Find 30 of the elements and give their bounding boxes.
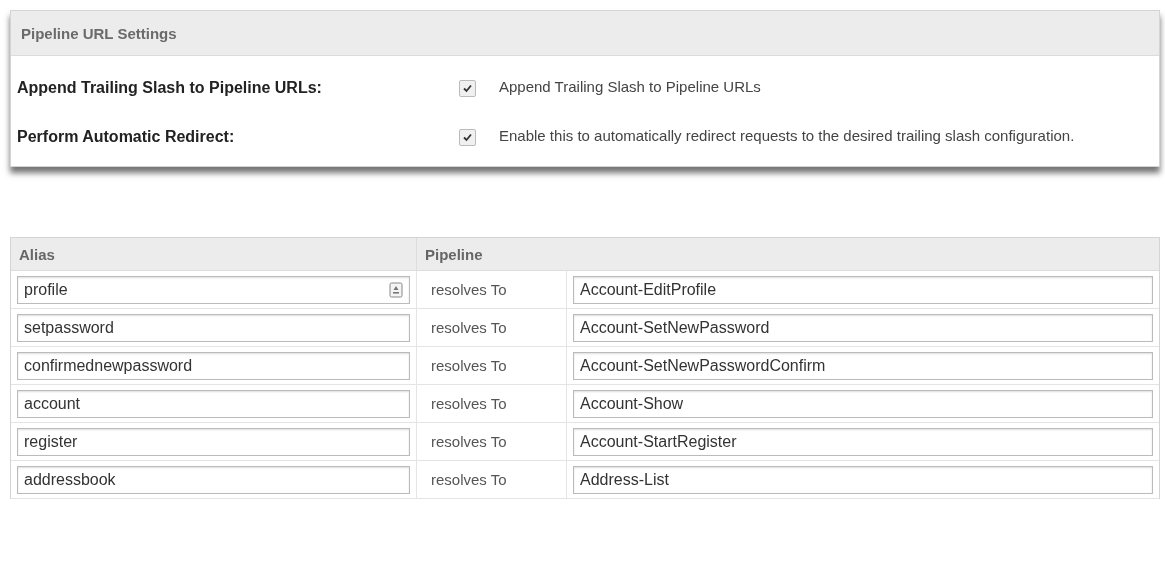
- column-header: Alias: [19, 245, 55, 263]
- relation-text: resolves To: [430, 395, 507, 412]
- relation-text: resolves To: [430, 281, 507, 298]
- pipeline-field[interactable]: Account-EditProfile: [573, 275, 1153, 304]
- alias-field[interactable]: profile: [17, 275, 410, 304]
- check-icon: [462, 132, 473, 143]
- setting-label: Perform Automatic Redirect:: [17, 127, 236, 146]
- pipeline-field[interactable]: Account-SetNewPassword: [573, 313, 1153, 342]
- alias-field[interactable]: confirmednewpassword: [17, 351, 410, 380]
- pipeline-field[interactable]: Address-List: [573, 465, 1153, 494]
- setting-label: Append Trailing Slash to Pipeline URLs:: [17, 78, 323, 97]
- alias-field[interactable]: addressbook: [17, 465, 410, 494]
- relation-text: resolves To: [430, 471, 507, 488]
- relation-text: resolves To: [430, 357, 507, 374]
- pipeline-field[interactable]: Account-StartRegister: [573, 427, 1153, 456]
- setting-description: Enable this to automatically redirect requests to the desired trailing slash configuration.: [498, 126, 1076, 146]
- check-icon: [462, 83, 473, 94]
- setting-description: Append Trailing Slash to Pipeline URLs: [498, 77, 762, 97]
- pipeline-field[interactable]: Account-Show: [573, 389, 1153, 418]
- alias-field[interactable]: register: [17, 427, 410, 456]
- checkbox[interactable]: [459, 129, 476, 146]
- checkbox[interactable]: [459, 80, 476, 97]
- relation-text: resolves To: [430, 433, 507, 450]
- autofill-icon[interactable]: [389, 281, 403, 298]
- panel-title: Pipeline URL Settings: [11, 11, 1159, 56]
- pipeline-field[interactable]: Account-SetNewPasswordConfirm: [573, 351, 1153, 380]
- relation-text: resolves To: [430, 319, 507, 336]
- alias-field[interactable]: account: [17, 389, 410, 418]
- column-header: Pipeline: [425, 245, 483, 263]
- alias-field[interactable]: setpassword: [17, 313, 410, 342]
